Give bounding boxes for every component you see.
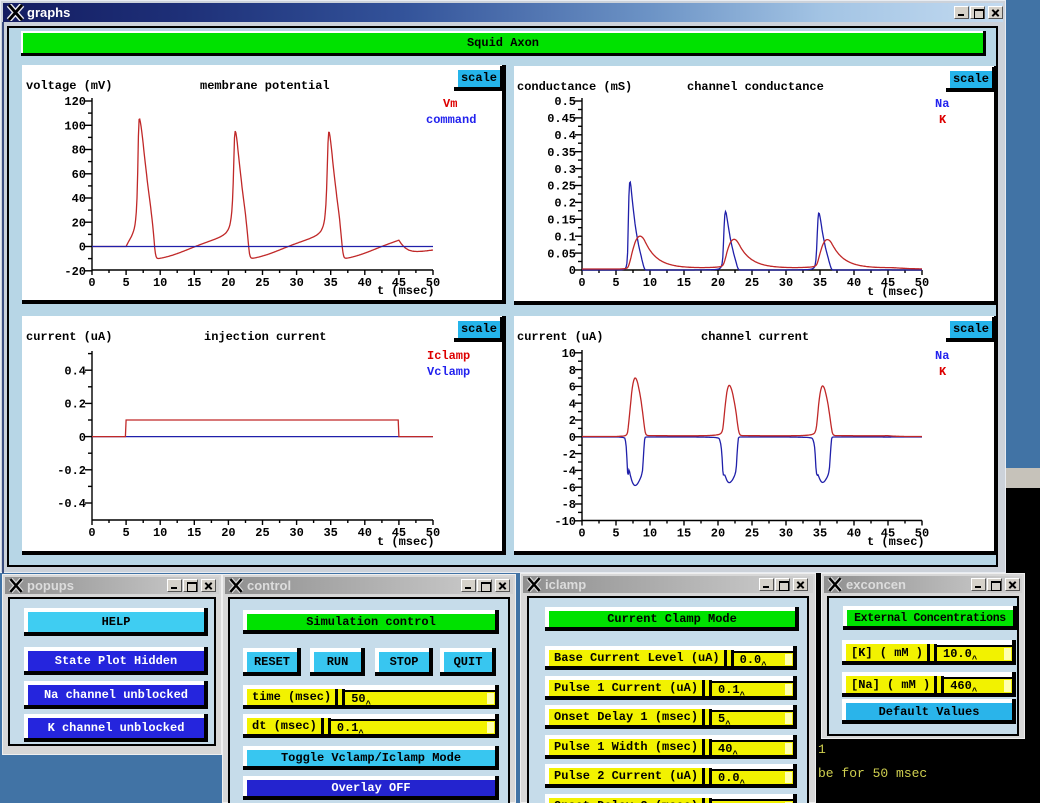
- svg-text:15: 15: [187, 526, 201, 540]
- svg-text:-20: -20: [64, 265, 86, 279]
- svg-text:15: 15: [187, 276, 201, 290]
- svg-text:0.2: 0.2: [554, 197, 576, 211]
- svg-text:0.4: 0.4: [64, 364, 86, 378]
- svg-text:-4: -4: [562, 465, 576, 479]
- svg-text:10: 10: [562, 347, 576, 361]
- svg-text:35: 35: [323, 276, 337, 290]
- svg-text:5: 5: [122, 526, 129, 540]
- svg-text:20: 20: [711, 527, 725, 541]
- svg-text:100: 100: [64, 120, 86, 134]
- svg-text:4: 4: [569, 397, 576, 411]
- svg-text:10: 10: [643, 276, 657, 290]
- svg-text:8: 8: [569, 364, 576, 378]
- svg-text:0: 0: [578, 527, 585, 541]
- svg-text:0: 0: [79, 241, 86, 255]
- svg-text:80: 80: [72, 144, 86, 158]
- svg-text:-8: -8: [562, 498, 576, 512]
- svg-text:30: 30: [779, 276, 793, 290]
- svg-text:6: 6: [569, 381, 576, 395]
- svg-text:-0.4: -0.4: [57, 497, 86, 511]
- svg-text:35: 35: [813, 276, 827, 290]
- svg-text:0: 0: [88, 526, 95, 540]
- svg-text:0: 0: [578, 276, 585, 290]
- svg-text:0.3: 0.3: [554, 163, 576, 177]
- svg-text:0.5: 0.5: [554, 95, 576, 109]
- svg-text:20: 20: [221, 526, 235, 540]
- svg-text:0: 0: [569, 264, 576, 278]
- svg-text:25: 25: [745, 276, 759, 290]
- svg-text:-6: -6: [562, 481, 576, 495]
- svg-text:2: 2: [569, 414, 576, 428]
- svg-text:20: 20: [72, 216, 86, 230]
- svg-text:0.35: 0.35: [547, 146, 576, 160]
- svg-text:0: 0: [79, 431, 86, 445]
- svg-text:10: 10: [153, 276, 167, 290]
- svg-text:35: 35: [813, 527, 827, 541]
- svg-text:25: 25: [255, 526, 269, 540]
- svg-text:30: 30: [289, 526, 303, 540]
- svg-text:25: 25: [255, 276, 269, 290]
- svg-text:15: 15: [677, 276, 691, 290]
- svg-text:40: 40: [847, 276, 861, 290]
- svg-text:10: 10: [643, 527, 657, 541]
- svg-text:10: 10: [153, 526, 167, 540]
- svg-text:15: 15: [677, 527, 691, 541]
- svg-text:120: 120: [64, 95, 86, 109]
- svg-text:-10: -10: [554, 515, 576, 529]
- svg-text:-2: -2: [562, 448, 576, 462]
- svg-text:0.4: 0.4: [554, 129, 576, 143]
- svg-text:20: 20: [221, 276, 235, 290]
- svg-text:25: 25: [745, 527, 759, 541]
- svg-text:40: 40: [847, 527, 861, 541]
- svg-text:5: 5: [122, 276, 129, 290]
- svg-text:-0.2: -0.2: [57, 464, 86, 478]
- svg-text:40: 40: [358, 276, 372, 290]
- svg-text:30: 30: [779, 527, 793, 541]
- svg-text:5: 5: [612, 527, 619, 541]
- svg-text:0.1: 0.1: [554, 230, 576, 244]
- svg-text:35: 35: [323, 526, 337, 540]
- svg-text:0.2: 0.2: [64, 398, 86, 412]
- svg-text:30: 30: [289, 276, 303, 290]
- svg-text:20: 20: [711, 276, 725, 290]
- svg-text:0.05: 0.05: [547, 247, 576, 261]
- svg-text:40: 40: [358, 526, 372, 540]
- svg-text:0.45: 0.45: [547, 112, 576, 126]
- svg-text:0: 0: [569, 431, 576, 445]
- svg-text:40: 40: [72, 192, 86, 206]
- svg-text:0.15: 0.15: [547, 214, 576, 228]
- svg-text:0.25: 0.25: [547, 180, 576, 194]
- svg-text:60: 60: [72, 168, 86, 182]
- svg-text:5: 5: [612, 276, 619, 290]
- svg-text:0: 0: [88, 276, 95, 290]
